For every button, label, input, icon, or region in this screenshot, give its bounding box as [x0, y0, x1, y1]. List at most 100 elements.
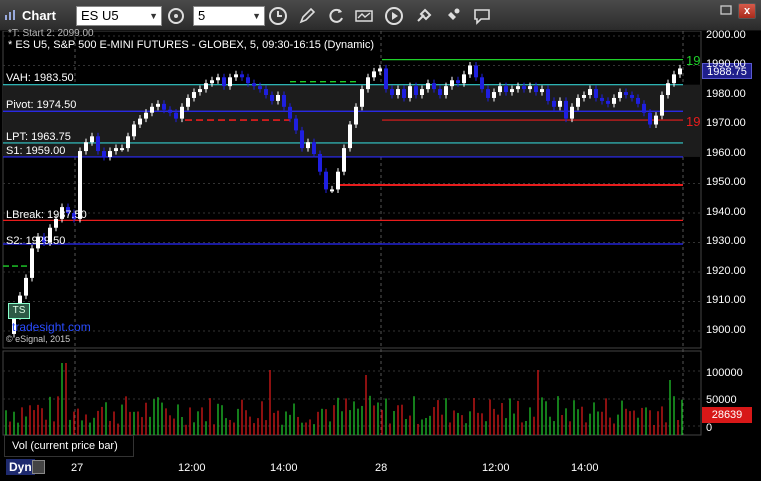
candle-body [216, 77, 220, 81]
y-tick: 1950.00 [706, 176, 746, 188]
candle-body [126, 136, 130, 149]
candle-body [384, 68, 388, 90]
level-label-pivot: Pivot: 1974.50 [6, 99, 77, 111]
play-icon[interactable] [384, 6, 404, 26]
candle-body [564, 100, 568, 119]
symbol-combo[interactable]: ES U5 ▼ [76, 6, 162, 26]
candle-body [612, 97, 616, 104]
candle-body [210, 80, 214, 84]
candle-body [648, 112, 652, 125]
candle-body [492, 92, 496, 98]
candle-body [654, 115, 658, 125]
chevron-down-icon[interactable]: ▼ [149, 7, 158, 25]
candle-body [150, 106, 154, 113]
candle-body [336, 171, 340, 190]
candle-body [522, 86, 526, 90]
candle-body [624, 92, 628, 95]
candle-body [264, 89, 268, 95]
candle-body [348, 124, 352, 149]
candle-body [402, 89, 406, 98]
candle-body [474, 65, 478, 78]
restore-window-icon[interactable] [718, 5, 734, 17]
candle-body [660, 95, 664, 116]
volume-pane-frame [2, 350, 702, 436]
price-chart[interactable] [0, 31, 761, 457]
candle-body [258, 86, 262, 90]
time-axis[interactable]: Dyn 27 12:00 14:00 28 12:00 14:00 [0, 457, 761, 481]
interval-value: 5 [198, 8, 206, 23]
candle-body [546, 89, 550, 101]
candle-body [456, 80, 460, 84]
x-tick: 14:00 [571, 462, 599, 474]
candle-body [24, 277, 28, 296]
drawing-tool-icon[interactable] [414, 6, 434, 26]
symbol-value: ES U5 [81, 8, 119, 23]
candle-body [276, 95, 280, 101]
tradesight-logo: TS [8, 303, 30, 319]
x-tick: 12:00 [482, 462, 510, 474]
candle-body [432, 83, 436, 90]
candle-body [414, 86, 418, 95]
candle-body [168, 109, 172, 113]
candle-body [138, 118, 142, 125]
y-tick: 1980.00 [706, 88, 746, 100]
candle-body [540, 89, 544, 93]
level-label-lpt: LPT: 1963.75 [6, 131, 71, 143]
level-label-vah: VAH: 1983.50 [6, 72, 74, 84]
pencil-icon[interactable] [297, 6, 317, 26]
level-label-s1: S1: 1959.00 [6, 145, 66, 157]
candle-body [672, 74, 676, 84]
candle-body [228, 77, 232, 87]
title-bar: Chart ES U5 ▼ 5 ▼ x [0, 0, 761, 31]
drawing-tool-icon[interactable] [442, 6, 462, 26]
candle-body [342, 148, 346, 172]
candle-body [618, 92, 622, 98]
candle-body [174, 112, 178, 119]
level-label-s2: S2: 1929.50 [6, 235, 66, 247]
interval-combo[interactable]: 5 ▼ [193, 6, 265, 26]
y-tick: 1920.00 [706, 265, 746, 277]
candle-body [222, 77, 226, 87]
y-tick: 2000.00 [706, 29, 746, 41]
candle-body [192, 92, 196, 98]
lock-icon[interactable] [32, 460, 45, 474]
refresh-icon[interactable] [326, 6, 346, 26]
candle-body [582, 95, 586, 98]
study-icon[interactable] [354, 6, 374, 26]
cursor-icon[interactable] [166, 6, 186, 26]
target-label-top: 19 [686, 53, 701, 68]
y-tick: 1930.00 [706, 235, 746, 247]
chart-area[interactable]: *T: Start 2: 2099.00 * ES U5, S&P 500 E-… [0, 28, 761, 457]
candle-body [270, 95, 274, 101]
target-label-mid: 19 [686, 114, 701, 129]
candle-body [132, 124, 136, 137]
candle-body [510, 89, 514, 93]
vol-tick: 100000 [706, 367, 743, 379]
dynamic-button[interactable]: Dyn [6, 459, 35, 475]
y-tick: 1940.00 [706, 206, 746, 218]
vol-tick: 50000 [706, 394, 737, 406]
candle-body [678, 68, 682, 75]
comment-icon[interactable] [472, 6, 492, 26]
close-button[interactable]: x [738, 3, 756, 19]
candle-body [420, 89, 424, 95]
volume-study-label[interactable]: Vol (current price bar) [4, 435, 134, 457]
candle-body [252, 83, 256, 87]
candle-body [594, 89, 598, 98]
candle-body [306, 142, 310, 149]
candle-body [300, 130, 304, 149]
clock-icon[interactable] [268, 6, 288, 26]
y-tick: 1900.00 [706, 324, 746, 336]
chevron-down-icon[interactable]: ▼ [252, 7, 261, 25]
y-tick: 1960.00 [706, 147, 746, 159]
candle-body [240, 74, 244, 78]
candle-body [390, 89, 394, 95]
candle-body [96, 136, 100, 152]
candle-body [360, 89, 364, 107]
copyright-text: © eSignal, 2015 [6, 334, 71, 344]
window-title: Chart [22, 8, 56, 23]
candle-body [666, 83, 670, 95]
candle-body [324, 171, 328, 190]
candle-body [438, 89, 442, 95]
candle-body [600, 97, 604, 101]
